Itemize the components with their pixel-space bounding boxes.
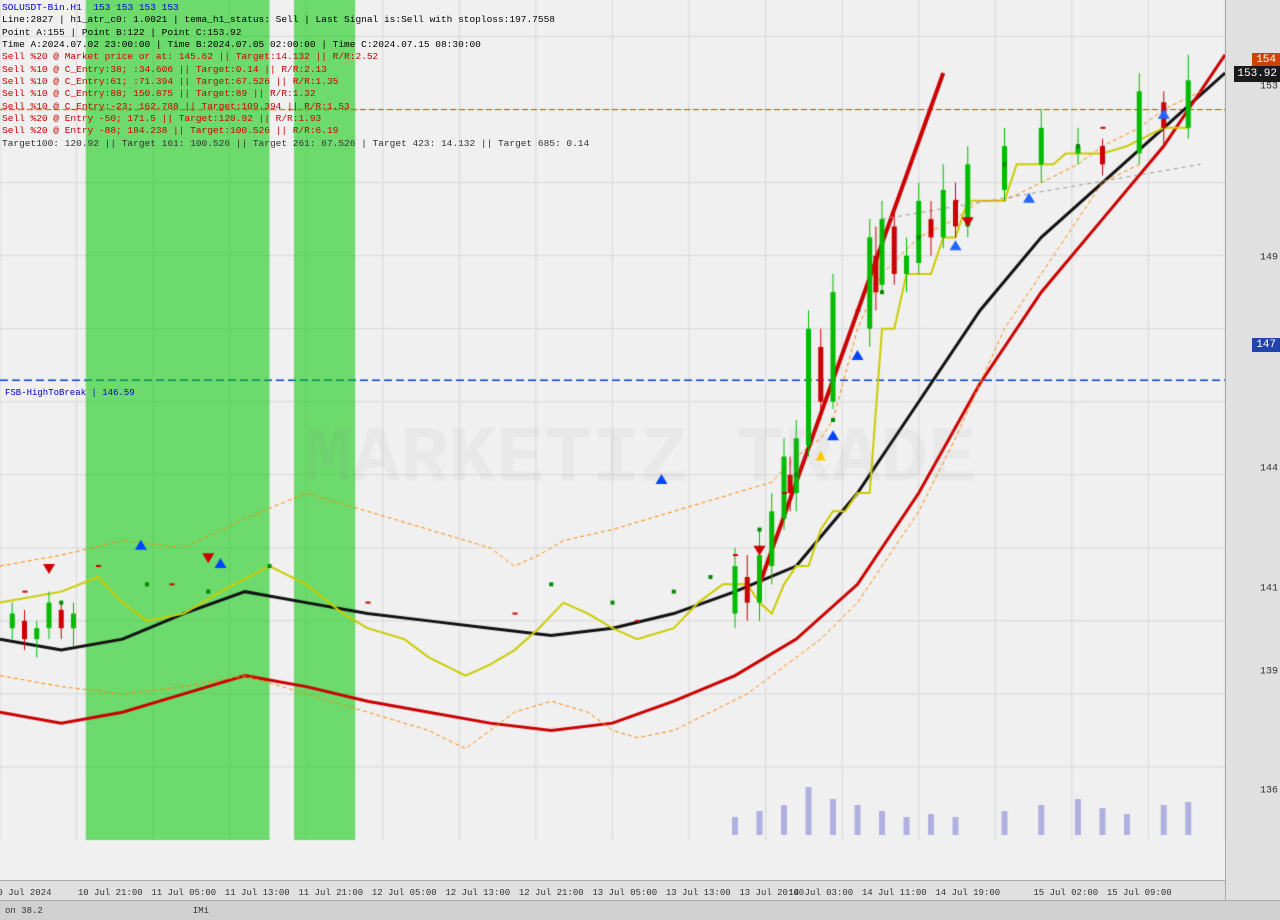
chart-canvas xyxy=(0,0,1225,880)
time-label-2: 11 Jul 05:00 xyxy=(151,888,216,898)
price-axis: 154 153 149 147 144 141 139 136 153.92 xyxy=(1225,0,1280,920)
time-axis: 9 Jul 2024 10 Jul 21:00 11 Jul 05:00 11 … xyxy=(0,880,1225,900)
bottom-bar-text: on 38.2 xyxy=(5,906,43,916)
time-label-12: 14 Jul 11:00 xyxy=(862,888,927,898)
price-level-147: 147 xyxy=(1252,338,1280,352)
price-level-139: 139 xyxy=(1260,666,1278,677)
time-label-9: 13 Jul 13:00 xyxy=(666,888,731,898)
price-level-149: 149 xyxy=(1260,252,1278,263)
time-label-7: 12 Jul 21:00 xyxy=(519,888,584,898)
imi-text: IMi xyxy=(193,906,209,916)
bottom-bar: on 38.2 IMi xyxy=(0,900,1280,920)
time-label-4: 11 Jul 21:00 xyxy=(298,888,363,898)
time-label-3: 11 Jul 13:00 xyxy=(225,888,290,898)
price-level-153: 153 xyxy=(1260,82,1278,93)
price-level-141: 141 xyxy=(1260,583,1278,594)
time-label-13: 14 Jul 19:00 xyxy=(935,888,1000,898)
time-label-8: 13 Jul 05:00 xyxy=(592,888,657,898)
time-label-6: 12 Jul 13:00 xyxy=(445,888,510,898)
time-label-15: 15 Jul 09:00 xyxy=(1107,888,1172,898)
time-label-5: 12 Jul 05:00 xyxy=(372,888,437,898)
time-label-1: 10 Jul 21:00 xyxy=(78,888,143,898)
time-label-14: 15 Jul 02:00 xyxy=(1033,888,1098,898)
price-level-136: 136 xyxy=(1260,786,1278,797)
current-price-box: 153.92 xyxy=(1234,66,1280,82)
time-label-11: 14 Jul 03:00 xyxy=(788,888,853,898)
price-level-144: 144 xyxy=(1260,464,1278,475)
chart-container: MARKETIZ TRADE SOLUSDT-Bin.H1 153 153 15… xyxy=(0,0,1280,920)
time-label-0: 9 Jul 2024 xyxy=(0,888,52,898)
fsb-line-label: FSB-HighToBreak | 146.59 xyxy=(5,388,135,398)
